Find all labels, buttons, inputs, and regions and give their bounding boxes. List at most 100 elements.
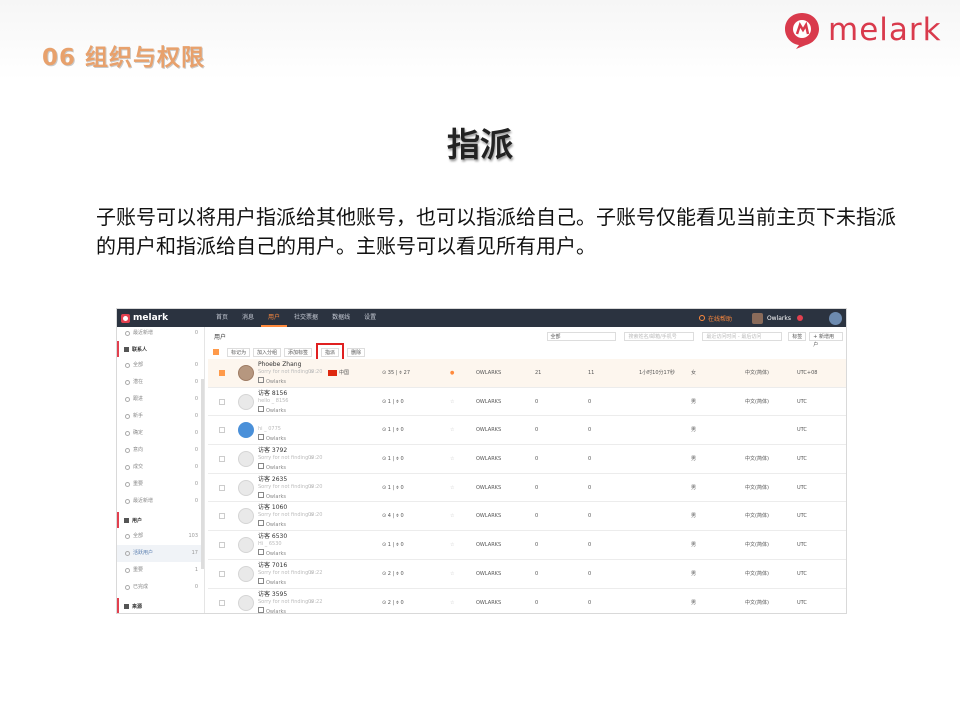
like-icon: ⌽: [395, 484, 399, 491]
sidebar-item[interactable]: 意向 0: [117, 442, 204, 459]
user-name[interactable]: 访客 8156: [258, 390, 287, 398]
app-logo[interactable]: melark: [117, 313, 209, 323]
tab-home[interactable]: 首页: [209, 309, 235, 327]
sidebar-item[interactable]: 新手 0: [117, 408, 204, 425]
sidebar-item-label: 已完成: [133, 584, 149, 590]
sidebar-item[interactable]: 跟进 0: [117, 391, 204, 408]
row-checkbox[interactable]: [219, 398, 225, 405]
row-checkbox[interactable]: [219, 456, 225, 463]
user-name[interactable]: 访客 3792: [258, 447, 287, 455]
row-checkbox[interactable]: [219, 570, 225, 577]
assign-button[interactable]: 指派: [316, 342, 345, 362]
date-range-input[interactable]: 最近访问时间 - 最后访问: [702, 331, 783, 341]
avatar[interactable]: [238, 508, 254, 525]
avatar[interactable]: [238, 565, 254, 582]
online-help-link[interactable]: 在线帮助: [698, 314, 732, 323]
star-icon[interactable]: ☆: [450, 388, 454, 416]
user-name[interactable]: 访客 2635: [258, 476, 287, 484]
globe-icon[interactable]: [829, 311, 842, 325]
views-cell: ⊙ 4 | ⌽ 0: [382, 513, 404, 520]
sidebar-item[interactable]: 最近新增 0: [117, 493, 204, 510]
table-row[interactable]: hi _ 0775 Owlarks ⊙ 1 | ⌽ 0 ☆ OWLARKS 0 0 男 UTC: [208, 416, 846, 446]
language-cell: 中文(简体): [745, 398, 769, 405]
eye-icon: ⊙: [382, 599, 387, 606]
filter-select[interactable]: 全部: [546, 331, 617, 341]
sidebar-item-label: 潜在: [133, 379, 144, 385]
tag-button[interactable]: 标签: [788, 331, 807, 341]
star-icon[interactable]: ☆: [450, 589, 454, 614]
star-icon[interactable]: ☆: [450, 445, 454, 473]
table-row[interactable]: 访客 3595 Sorry for not finding a 09:22 Owlar…: [208, 589, 846, 614]
avatar[interactable]: [238, 422, 254, 439]
avatar[interactable]: [238, 393, 254, 410]
user-name[interactable]: 访客 6530: [258, 533, 287, 541]
row-checkbox[interactable]: [219, 427, 225, 434]
sidebar-item[interactable]: 已完成 0: [117, 579, 204, 596]
user-name[interactable]: 访客 1060: [258, 504, 287, 512]
row-checkbox[interactable]: [219, 370, 225, 376]
sidebar-item[interactable]: 活跃用户 17: [117, 545, 204, 562]
tab-data[interactable]: 数据线: [325, 309, 357, 327]
table-row[interactable]: Phoebe Zhang Sorry for not finding a 09:20…: [208, 359, 846, 388]
select-all-checkbox[interactable]: [213, 349, 219, 355]
table-row[interactable]: 访客 2635 Sorry for not finding a 09:20 Owlar…: [208, 474, 846, 503]
sidebar-section-users[interactable]: 用户: [117, 512, 204, 528]
sidebar-item[interactable]: 全部 103: [117, 528, 204, 545]
sidebar-item[interactable]: 重要 1: [117, 562, 204, 579]
star-icon[interactable]: ☆: [450, 560, 454, 588]
avatar[interactable]: [238, 451, 254, 468]
table-row[interactable]: 访客 6530 Hi _ 6530 Owlarks ⊙ 1 | ⌽ 0 ☆ OWLARKS…: [208, 531, 846, 560]
sidebar-item-label: 跟进: [133, 396, 144, 402]
user-tag: Owlarks: [258, 406, 286, 415]
avatar[interactable]: [751, 312, 763, 324]
message-time: 09:22: [308, 569, 323, 576]
sidebar-item[interactable]: 成交 0: [117, 459, 204, 476]
star-icon[interactable]: ☆: [450, 531, 454, 559]
star-icon[interactable]: ☆: [450, 474, 454, 502]
sidebar-item[interactable]: 重要 0: [117, 476, 204, 493]
table-row[interactable]: 访客 1060 Sorry for not finding a 09:20 Owlar…: [208, 502, 846, 532]
current-user-name[interactable]: Owlarks: [767, 315, 791, 322]
sidebar-item[interactable]: 全部 0: [117, 357, 204, 374]
last-message: Hi _ 6530: [258, 541, 282, 548]
user-name[interactable]: Phoebe Zhang: [258, 361, 301, 369]
avatar[interactable]: [238, 479, 254, 496]
add-tag-button[interactable]: 添加标签: [284, 347, 313, 357]
table-row[interactable]: 访客 3792 Sorry for not finding a 09:20 Owlar…: [208, 445, 846, 474]
row-checkbox[interactable]: [219, 513, 225, 520]
tab-users[interactable]: 用户: [261, 309, 288, 327]
table-row[interactable]: 访客 8156 hello _ 8156 Owlarks ⊙ 1 | ⌽ 0 ☆ OWLA…: [208, 388, 846, 417]
row-checkbox[interactable]: [219, 542, 225, 549]
user-list-panel: 用户 全部 搜索姓名/邮箱/手机号 最近访问时间 - 最后访问 标签 + 新增用…: [208, 327, 846, 613]
avatar[interactable]: [238, 365, 254, 381]
sidebar-section-contacts[interactable]: 联系人: [117, 341, 204, 357]
row-checkbox[interactable]: [219, 599, 225, 606]
avatar[interactable]: [238, 537, 254, 554]
count-cell-2: 11: [588, 370, 595, 376]
sidebar-item[interactable]: 潜在 0: [117, 374, 204, 391]
avatar[interactable]: [238, 594, 254, 611]
description-text: 子账号可以将用户指派给其他账号，也可以指派给自己。子账号仅能看见当前主页下未指派…: [96, 205, 896, 258]
sidebar-item-count: 17: [191, 550, 198, 556]
star-icon[interactable]: ☆: [450, 502, 454, 530]
delete-button[interactable]: 删除: [347, 347, 366, 357]
user-name[interactable]: 访客 7016: [258, 562, 287, 570]
add-user-button[interactable]: + 新增用户: [809, 331, 843, 348]
sidebar-scrollbar[interactable]: [201, 379, 204, 569]
count-cell-1: 0: [535, 456, 539, 463]
star-icon[interactable]: ●: [450, 359, 454, 387]
tab-messages[interactable]: 消息: [235, 309, 261, 327]
table-row[interactable]: 访客 7016 Sorry for not finding a 09:22 Owlar…: [208, 560, 846, 589]
tab-settings[interactable]: 设置: [357, 309, 383, 327]
tab-social-tickets[interactable]: 社交票据: [287, 309, 325, 327]
sidebar-item-recent[interactable]: 最近新增 0: [117, 327, 204, 339]
count-cell-1: 0: [535, 570, 539, 577]
search-input[interactable]: 搜索姓名/邮箱/手机号: [624, 331, 695, 341]
user-name[interactable]: 访客 3595: [258, 591, 287, 599]
sidebar-item[interactable]: 确定 0: [117, 425, 204, 442]
sidebar-section-source[interactable]: 来源: [117, 598, 204, 613]
star-icon[interactable]: ☆: [450, 416, 454, 444]
mark-as-button[interactable]: 标记为: [227, 347, 251, 357]
row-checkbox[interactable]: [219, 484, 225, 491]
add-to-group-button[interactable]: 加入分组: [253, 347, 282, 357]
